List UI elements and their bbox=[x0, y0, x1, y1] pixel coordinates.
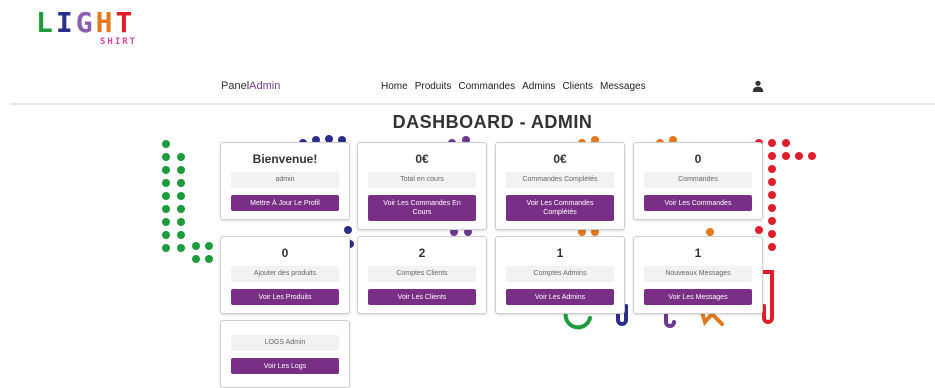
card-label: Comptes Admins bbox=[506, 266, 614, 282]
background-dot bbox=[205, 255, 213, 263]
card-value: 1 bbox=[694, 246, 702, 260]
nav-link-produits[interactable]: Produits bbox=[415, 81, 452, 92]
view-messages-button[interactable]: Voir Les Messages bbox=[644, 289, 752, 305]
background-dot bbox=[706, 228, 714, 236]
card-label: LOGS Admin bbox=[231, 335, 339, 351]
background-dot bbox=[177, 218, 185, 226]
background-dot bbox=[755, 226, 763, 234]
card-value: 0 bbox=[281, 246, 289, 260]
background-dot bbox=[768, 230, 776, 238]
nav-link-commandes[interactable]: Commandes bbox=[458, 81, 515, 92]
background-dot bbox=[162, 153, 170, 161]
background-dot bbox=[162, 231, 170, 239]
nav-link-messages[interactable]: Messages bbox=[600, 81, 646, 92]
card-admin-logs: LOGS Admin Voir Les Logs bbox=[220, 320, 350, 388]
background-dot bbox=[768, 191, 776, 199]
view-completed-orders-button[interactable]: Voir Les Commandes Complétés bbox=[506, 195, 614, 221]
background-dot bbox=[177, 205, 185, 213]
card-label: Ajouter des produits bbox=[231, 266, 339, 282]
update-profile-button[interactable]: Mettre À Jour Le Profil bbox=[231, 195, 339, 211]
navbar-brand[interactable]: PanelAdmin bbox=[221, 80, 280, 92]
view-admins-button[interactable]: Voir Les Admins bbox=[506, 289, 614, 305]
logo-letter: L bbox=[36, 6, 56, 39]
background-dot bbox=[344, 226, 352, 234]
nav-link-admins[interactable]: Admins bbox=[522, 81, 555, 92]
background-dot bbox=[192, 255, 200, 263]
background-dot bbox=[768, 139, 776, 147]
background-dot bbox=[782, 152, 790, 160]
navbar-divider bbox=[10, 103, 935, 105]
logo-letter: I bbox=[55, 6, 76, 39]
card-welcome: Bienvenue! admin Mettre À Jour Le Profil bbox=[220, 142, 350, 220]
user-icon[interactable] bbox=[752, 80, 764, 92]
background-dot bbox=[795, 152, 803, 160]
background-dot bbox=[162, 179, 170, 187]
view-clients-button[interactable]: Voir Les Clients bbox=[368, 289, 476, 305]
background-dot bbox=[162, 192, 170, 200]
background-dot bbox=[768, 217, 776, 225]
card-label: Commandes Complétés bbox=[506, 172, 614, 188]
background-dot bbox=[162, 218, 170, 226]
background-dot bbox=[177, 192, 185, 200]
background-dot bbox=[192, 242, 200, 250]
card-value: 0 bbox=[694, 152, 702, 166]
card-new-messages: 1 Nouveaux Messages Voir Les Messages bbox=[633, 236, 763, 314]
card-label: admin bbox=[231, 172, 339, 188]
view-pending-orders-button[interactable]: Voir Les Commandes En Cours bbox=[368, 195, 476, 221]
background-dot bbox=[162, 166, 170, 174]
background-dot bbox=[177, 231, 185, 239]
nav-link-clients[interactable]: Clients bbox=[562, 81, 593, 92]
navbar: PanelAdmin Home Produits Commandes Admin… bbox=[0, 68, 935, 105]
logo-word-shirt: SHIRT bbox=[100, 37, 138, 47]
page-title: DASHBOARD - ADMIN bbox=[392, 112, 593, 132]
card-admin-accounts: 1 Comptes Admins Voir Les Admins bbox=[495, 236, 625, 314]
brand-accent: Admin bbox=[249, 80, 281, 92]
logo-word-light: LIGHT bbox=[36, 8, 135, 38]
view-logs-button[interactable]: Voir Les Logs bbox=[231, 358, 339, 374]
nav-links: Home Produits Commandes Admins Clients M… bbox=[381, 81, 646, 92]
background-dot bbox=[205, 242, 213, 250]
background-dot bbox=[782, 139, 790, 147]
card-label: Total en cours bbox=[368, 172, 476, 188]
card-value: 2 bbox=[418, 246, 426, 260]
background-dot bbox=[177, 179, 185, 187]
view-products-button[interactable]: Voir Les Produits bbox=[231, 289, 339, 305]
background-dot bbox=[768, 165, 776, 173]
card-client-accounts: 2 Comptes Clients Voir Les Clients bbox=[357, 236, 487, 314]
background-dot bbox=[162, 244, 170, 252]
card-value: 0€ bbox=[415, 152, 429, 166]
background-dot bbox=[768, 178, 776, 186]
card-completed-orders: 0€ Commandes Complétés Voir Les Commande… bbox=[495, 142, 625, 230]
card-label: Comptes Clients bbox=[368, 266, 476, 282]
background-dot bbox=[768, 243, 776, 251]
background-dot bbox=[768, 204, 776, 212]
card-products: 0 Ajouter des produits Voir Les Produits bbox=[220, 236, 350, 314]
nav-link-home[interactable]: Home bbox=[381, 81, 408, 92]
background-dot bbox=[177, 153, 185, 161]
logo-letter: T bbox=[115, 6, 136, 39]
background-tube bbox=[563, 310, 592, 330]
light-shirt-logo: LIGHT SHIRT bbox=[36, 8, 148, 48]
card-total-pending: 0€ Total en cours Voir Les Commandes En … bbox=[357, 142, 487, 230]
card-label: Nouveaux Messages bbox=[644, 266, 752, 282]
background-dot bbox=[177, 166, 185, 174]
brand-prefix: Panel bbox=[221, 80, 250, 92]
background-dot bbox=[177, 244, 185, 252]
card-value: 0€ bbox=[553, 152, 567, 166]
view-orders-button[interactable]: Voir Les Commandes bbox=[644, 195, 752, 211]
background-dot bbox=[768, 152, 776, 160]
logo-letter: G bbox=[75, 6, 96, 39]
card-label: Commandes bbox=[644, 172, 752, 188]
background-dot bbox=[162, 140, 170, 148]
background-dot bbox=[808, 152, 816, 160]
logo-letter: H bbox=[95, 6, 116, 39]
background-tube bbox=[760, 270, 774, 324]
card-value: Bienvenue! bbox=[252, 152, 318, 166]
background-dot bbox=[162, 205, 170, 213]
card-orders: 0 Commandes Voir Les Commandes bbox=[633, 142, 763, 220]
card-value: 1 bbox=[556, 246, 564, 260]
